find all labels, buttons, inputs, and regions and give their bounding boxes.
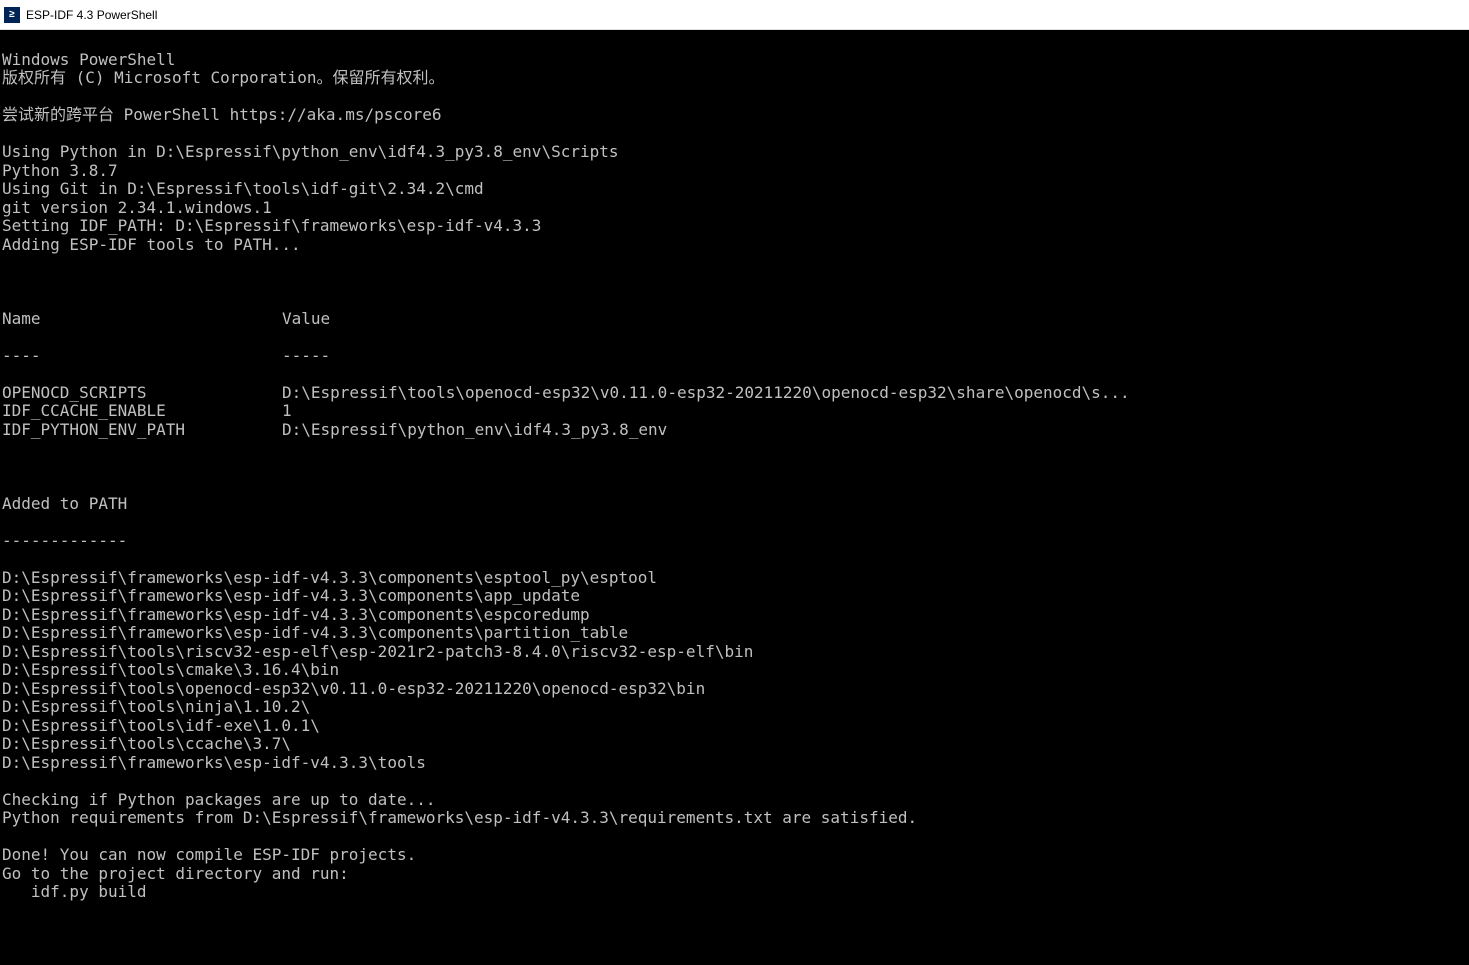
powershell-icon: ≥ xyxy=(4,7,20,23)
path-entry: D:\Espressif\frameworks\esp-idf-v4.3.3\c… xyxy=(2,624,1467,643)
terminal-footer-block: Checking if Python packages are up to da… xyxy=(2,791,1467,902)
env-table-separator: --------- xyxy=(2,347,1467,366)
path-entry: D:\Espressif\tools\idf-exe\1.0.1\ xyxy=(2,717,1467,736)
env-var-value: D:\Espressif\tools\openocd-esp32\v0.11.0… xyxy=(282,384,1467,403)
added-to-path-label: Added to PATH xyxy=(2,495,1467,514)
env-header-value: Value xyxy=(282,310,1467,329)
terminal-line: Python requirements from D:\Espressif\fr… xyxy=(2,809,1467,828)
terminal-line xyxy=(2,125,1467,144)
terminal-line xyxy=(2,828,1467,847)
env-table-row: IDF_PYTHON_ENV_PATHD:\Espressif\python_e… xyxy=(2,421,1467,440)
terminal-line: Windows PowerShell xyxy=(2,51,1467,70)
powershell-icon-glyph: ≥ xyxy=(9,9,15,20)
terminal-line: Go to the project directory and run: xyxy=(2,865,1467,884)
window-title: ESP-IDF 4.3 PowerShell xyxy=(26,8,157,22)
terminal-line: Using Git in D:\Espressif\tools\idf-git\… xyxy=(2,180,1467,199)
terminal-output[interactable]: Windows PowerShell版权所有 (C) Microsoft Cor… xyxy=(0,30,1469,965)
terminal-line: idf.py build xyxy=(2,883,1467,902)
blank-line xyxy=(2,957,1467,965)
path-entry: D:\Espressif\frameworks\esp-idf-v4.3.3\c… xyxy=(2,606,1467,625)
env-table-header: NameValue xyxy=(2,310,1467,329)
path-entry: D:\Espressif\tools\riscv32-esp-elf\esp-2… xyxy=(2,643,1467,662)
env-table-row: IDF_CCACHE_ENABLE1 xyxy=(2,402,1467,421)
env-table-row: OPENOCD_SCRIPTSD:\Espressif\tools\openoc… xyxy=(2,384,1467,403)
terminal-line: 版权所有 (C) Microsoft Corporation。保留所有权利。 xyxy=(2,69,1467,88)
env-table-body: OPENOCD_SCRIPTSD:\Espressif\tools\openoc… xyxy=(2,384,1467,440)
path-entry: D:\Espressif\tools\cmake\3.16.4\bin xyxy=(2,661,1467,680)
path-entry: D:\Espressif\tools\openocd-esp32\v0.11.0… xyxy=(2,680,1467,699)
terminal-line: Using Python in D:\Espressif\python_env\… xyxy=(2,143,1467,162)
window-titlebar[interactable]: ≥ ESP-IDF 4.3 PowerShell xyxy=(0,0,1469,30)
path-entry: D:\Espressif\frameworks\esp-idf-v4.3.3\c… xyxy=(2,569,1467,588)
blank-line xyxy=(2,920,1467,939)
blank-line xyxy=(2,458,1467,477)
terminal-line xyxy=(2,88,1467,107)
env-var-value: 1 xyxy=(282,402,1467,421)
terminal-line: Adding ESP-IDF tools to PATH... xyxy=(2,236,1467,255)
path-entry: D:\Espressif\tools\ccache\3.7\ xyxy=(2,735,1467,754)
path-entry: D:\Espressif\frameworks\esp-idf-v4.3.3\c… xyxy=(2,587,1467,606)
added-to-path-separator: ------------- xyxy=(2,532,1467,551)
paths-list: D:\Espressif\frameworks\esp-idf-v4.3.3\c… xyxy=(2,569,1467,773)
env-var-value: D:\Espressif\python_env\idf4.3_py3.8_env xyxy=(282,421,1467,440)
terminal-line: Setting IDF_PATH: D:\Espressif\framework… xyxy=(2,217,1467,236)
terminal-line: git version 2.34.1.windows.1 xyxy=(2,199,1467,218)
blank-line xyxy=(2,273,1467,292)
terminal-line: Done! You can now compile ESP-IDF projec… xyxy=(2,846,1467,865)
path-entry: D:\Espressif\frameworks\esp-idf-v4.3.3\t… xyxy=(2,754,1467,773)
env-sep-value: ----- xyxy=(282,347,1467,366)
env-header-name: Name xyxy=(2,310,282,329)
env-sep-name: ---- xyxy=(2,347,282,366)
path-entry: D:\Espressif\tools\ninja\1.10.2\ xyxy=(2,698,1467,717)
terminal-header-block: Windows PowerShell版权所有 (C) Microsoft Cor… xyxy=(2,51,1467,255)
env-var-name: IDF_PYTHON_ENV_PATH xyxy=(2,421,282,440)
terminal-line: Checking if Python packages are up to da… xyxy=(2,791,1467,810)
terminal-line: 尝试新的跨平台 PowerShell https://aka.ms/pscore… xyxy=(2,106,1467,125)
env-var-name: OPENOCD_SCRIPTS xyxy=(2,384,282,403)
env-var-name: IDF_CCACHE_ENABLE xyxy=(2,402,282,421)
terminal-line: Python 3.8.7 xyxy=(2,162,1467,181)
